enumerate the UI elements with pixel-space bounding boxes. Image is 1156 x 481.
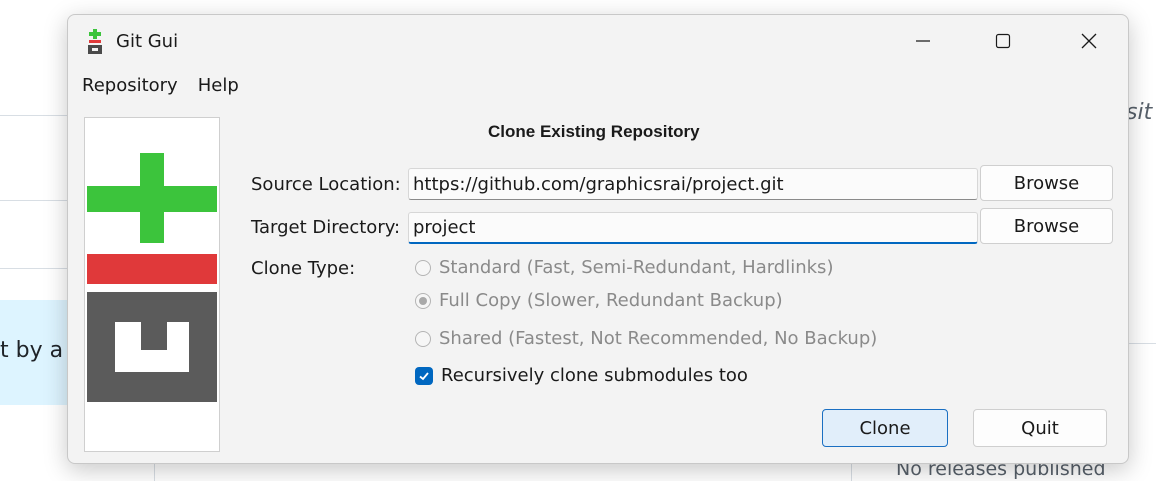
checkmark-icon [419, 371, 429, 380]
menu-repository[interactable]: Repository [82, 75, 178, 96]
source-location-input[interactable] [408, 168, 978, 200]
maximize-button[interactable] [968, 15, 1038, 67]
recursive-submodules-label: Recursively clone submodules too [441, 365, 748, 386]
bg-italic-fragment: sit [1126, 100, 1153, 125]
bg-divider [0, 268, 67, 269]
source-location-label: Source Location: [251, 174, 401, 195]
bg-divider [0, 200, 67, 201]
git-logo-panel [84, 117, 220, 452]
git-logo-image [87, 153, 217, 402]
window-title: Git Gui [116, 31, 179, 52]
recursive-submodules-checkbox[interactable]: Recursively clone submodules too [415, 365, 748, 386]
radio-button-selected[interactable] [415, 292, 431, 309]
target-directory-label: Target Directory: [251, 217, 401, 238]
bg-divider [154, 462, 155, 481]
minimize-icon [916, 40, 930, 42]
clone-type-full-copy[interactable]: Full Copy (Slower, Redundant Backup) [415, 290, 783, 311]
browse-source-button[interactable]: Browse [980, 165, 1113, 201]
dialog-title: Clone Existing Repository [488, 122, 700, 141]
browse-target-button[interactable]: Browse [980, 208, 1113, 244]
target-directory-input[interactable] [408, 212, 978, 244]
bg-divider [851, 462, 852, 481]
bg-divider [0, 115, 67, 116]
bg-partial-text: t by a [0, 338, 64, 363]
clone-type-standard[interactable]: Standard (Fast, Semi-Redundant, Hardlink… [415, 257, 833, 278]
radio-button[interactable] [415, 259, 431, 276]
clone-button[interactable]: Clone [822, 409, 948, 447]
checkbox-checked[interactable] [415, 366, 433, 385]
clone-type-label: Clone Type: [251, 258, 356, 279]
maximize-icon [995, 33, 1011, 49]
close-icon [1081, 33, 1097, 49]
clone-type-shared-label: Shared (Fastest, Not Recommended, No Bac… [439, 328, 878, 349]
clone-type-full-copy-label: Full Copy (Slower, Redundant Backup) [439, 290, 783, 311]
git-gui-icon [88, 29, 102, 54]
clone-type-standard-label: Standard (Fast, Semi-Redundant, Hardlink… [439, 257, 834, 278]
title-bar[interactable]: Git Gui [68, 15, 1128, 71]
close-button[interactable] [1054, 15, 1124, 67]
minimize-button[interactable] [888, 15, 958, 67]
git-gui-window: Git Gui Repository Help Clone Existing R… [67, 14, 1129, 464]
menu-bar: Repository Help [82, 75, 239, 96]
clone-type-shared[interactable]: Shared (Fastest, Not Recommended, No Bac… [415, 328, 877, 349]
quit-button[interactable]: Quit [973, 409, 1107, 447]
bg-divider [1127, 343, 1156, 344]
menu-help[interactable]: Help [198, 75, 239, 96]
radio-button[interactable] [415, 330, 431, 347]
